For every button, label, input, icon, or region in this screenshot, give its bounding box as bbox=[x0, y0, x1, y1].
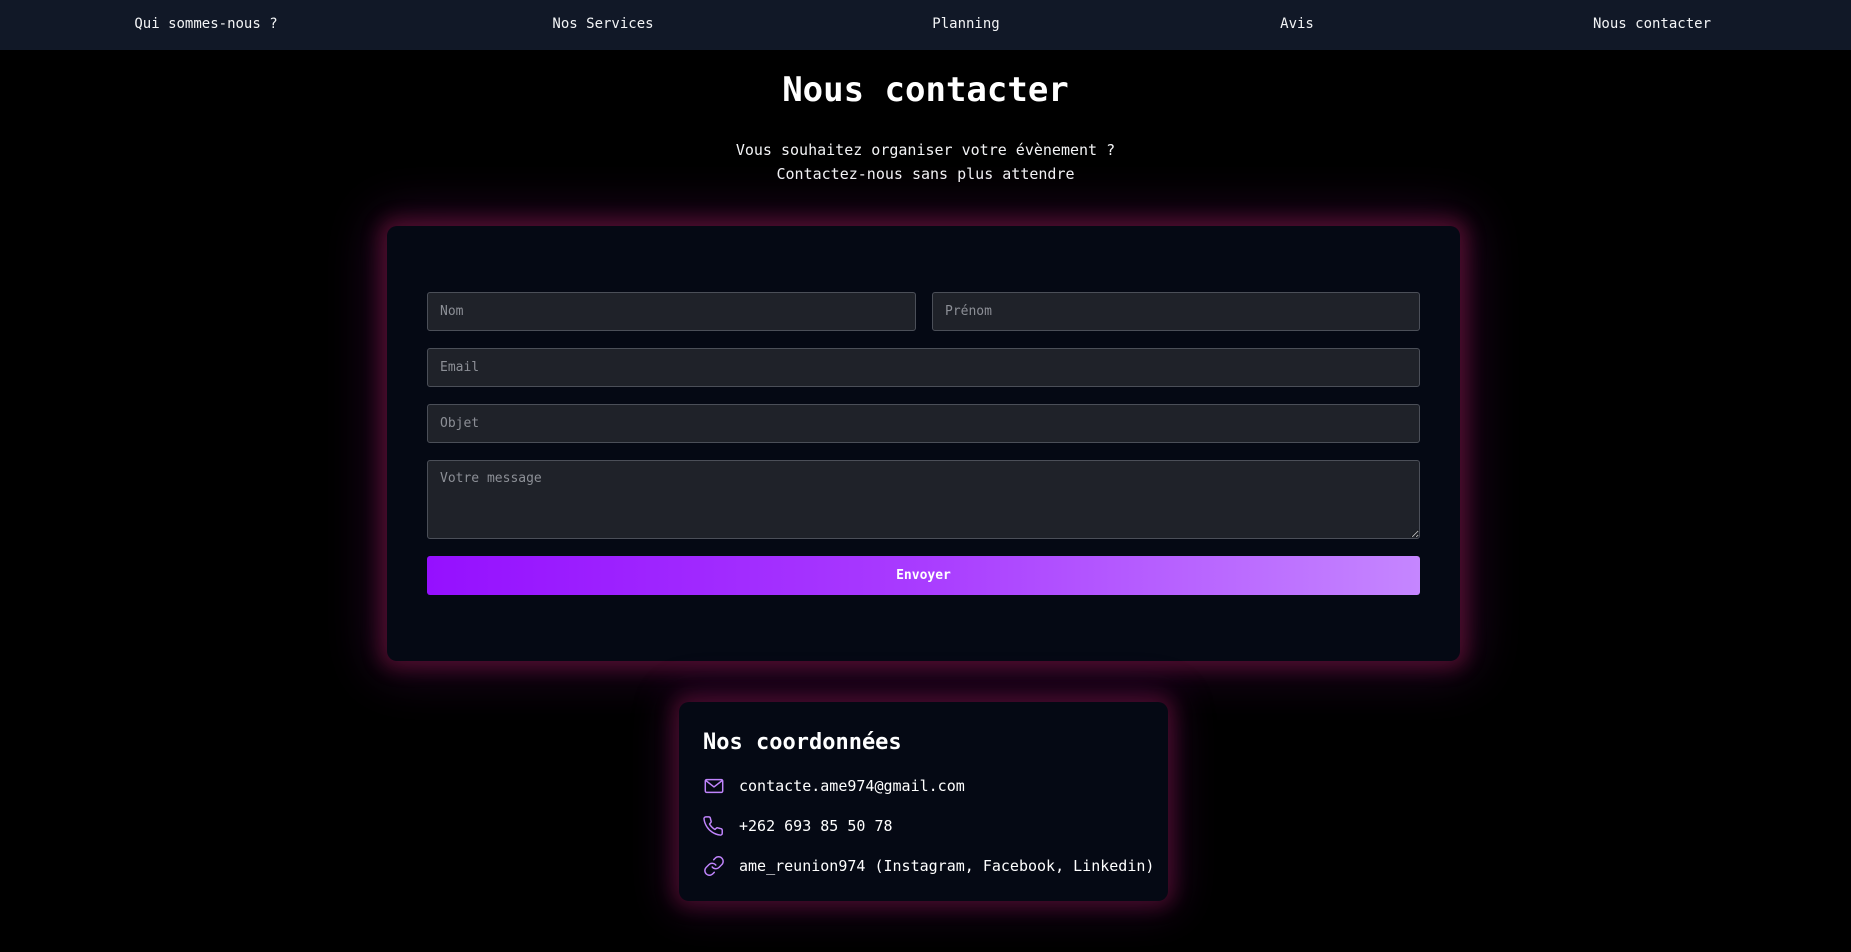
nom-input[interactable] bbox=[427, 292, 916, 331]
page-subtitle-line2: Contactez-nous sans plus attendre bbox=[776, 165, 1075, 183]
contact-form: Envoyer bbox=[387, 226, 1460, 661]
send-button[interactable]: Envoyer bbox=[427, 556, 1420, 595]
prenom-input[interactable] bbox=[932, 292, 1420, 331]
nav-item-nous-contacter[interactable]: Nous contacter bbox=[1593, 0, 1711, 48]
message-textarea[interactable] bbox=[427, 460, 1420, 539]
contact-phone-row: +262 693 85 50 78 bbox=[703, 814, 893, 838]
mail-icon bbox=[704, 778, 724, 794]
contact-phone-text: +262 693 85 50 78 bbox=[739, 817, 893, 835]
link-icon bbox=[704, 856, 724, 876]
nav-item-nos-services[interactable]: Nos Services bbox=[552, 0, 653, 48]
page-subtitle-line1: Vous souhaitez organiser votre évènement… bbox=[735, 141, 1116, 159]
nav-item-avis[interactable]: Avis bbox=[1280, 0, 1314, 48]
page-title: Nous contacter bbox=[782, 70, 1069, 110]
contact-email-text: contacte.ame974@gmail.com bbox=[739, 777, 965, 795]
nav-item-planning[interactable]: Planning bbox=[932, 0, 999, 48]
contact-social-text: ame_reunion974 (Instagram, Facebook, Lin… bbox=[739, 857, 1155, 875]
contact-social-row: ame_reunion974 (Instagram, Facebook, Lin… bbox=[703, 854, 1154, 878]
navbar: Qui sommes-nous ? Nos Services Planning … bbox=[0, 0, 1851, 50]
contact-info-card: Nos coordonnées contacte.ame974@gmail.co… bbox=[679, 702, 1168, 901]
nav-item-qui-sommes-nous[interactable]: Qui sommes-nous ? bbox=[134, 0, 277, 48]
objet-input[interactable] bbox=[427, 404, 1420, 443]
contact-info-title: Nos coordonnées bbox=[703, 730, 902, 755]
contact-email-row: contacte.ame974@gmail.com bbox=[703, 774, 965, 798]
email-input[interactable] bbox=[427, 348, 1420, 387]
phone-icon bbox=[703, 816, 723, 836]
